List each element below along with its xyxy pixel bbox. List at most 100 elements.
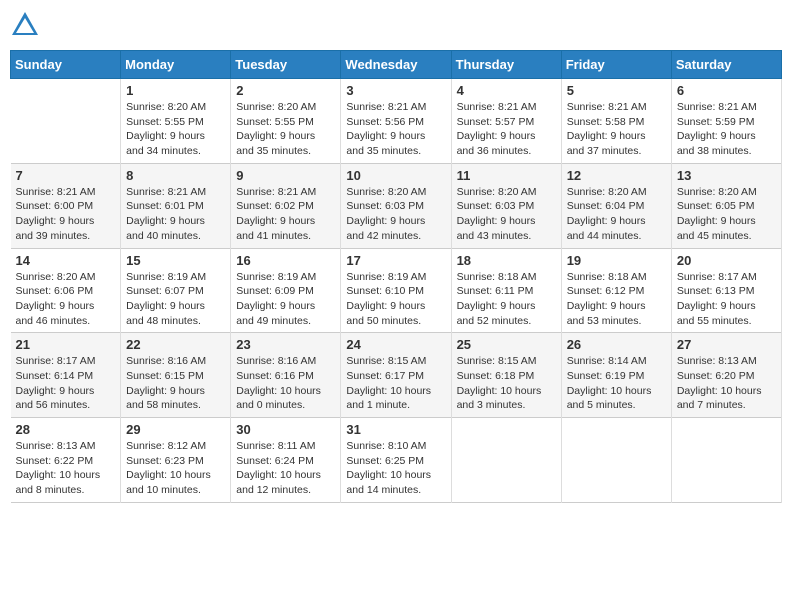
calendar-cell: 27Sunrise: 8:13 AM Sunset: 6:20 PM Dayli…	[671, 333, 781, 418]
day-number: 2	[236, 83, 335, 98]
logo	[10, 10, 44, 40]
calendar-cell: 8 Sunrise: 8:21 AM Sunset: 6:01 PM Daylig…	[121, 163, 231, 248]
day-number: 21	[16, 337, 116, 352]
day-info: Sunrise: 8:20 AM Sunset: 6:04 PM Dayligh…	[567, 185, 666, 244]
day-number: 31	[346, 422, 445, 437]
calendar-cell: 28 Sunrise: 8:13 AM Sunset: 6:22 PM Dayli…	[11, 418, 121, 503]
calendar-cell: 20 Sunrise: 8:17 AM Sunset: 6:13 PM Dayli…	[671, 248, 781, 333]
calendar-cell: 22 Sunrise: 8:16 AM Sunset: 6:15 PM Dayli…	[121, 333, 231, 418]
day-number: 30	[236, 422, 335, 437]
day-info: Sunrise: 8:15 AM Sunset: 6:18 PM Dayligh…	[457, 354, 556, 413]
day-info: Sunrise: 8:14 AM Sunset: 6:19 PM Dayligh…	[567, 354, 666, 413]
calendar-cell: 29 Sunrise: 8:12 AM Sunset: 6:23 PM Dayli…	[121, 418, 231, 503]
calendar-week-row: 1 Sunrise: 8:20 AM Sunset: 5:55 PM Daylig…	[11, 79, 782, 164]
calendar-table: SundayMondayTuesdayWednesdayThursdayFrid…	[10, 50, 782, 503]
day-info: Sunrise: 8:20 AM Sunset: 5:55 PM Dayligh…	[236, 100, 335, 159]
day-number: 8	[126, 168, 225, 183]
day-info: Sunrise: 8:20 AM Sunset: 5:55 PM Dayligh…	[126, 100, 225, 159]
day-number: 29	[126, 422, 225, 437]
calendar-cell: 31 Sunrise: 8:10 AM Sunset: 6:25 PM Dayli…	[341, 418, 451, 503]
calendar-header-row: SundayMondayTuesdayWednesdayThursdayFrid…	[11, 51, 782, 79]
day-number: 19	[567, 253, 666, 268]
calendar-week-row: 14 Sunrise: 8:20 AM Sunset: 6:06 PM Dayli…	[11, 248, 782, 333]
calendar-cell: 26 Sunrise: 8:14 AM Sunset: 6:19 PM Dayli…	[561, 333, 671, 418]
day-info: Sunrise: 8:21 AM Sunset: 5:57 PM Dayligh…	[457, 100, 556, 159]
calendar-cell: 11Sunrise: 8:20 AM Sunset: 6:03 PM Dayli…	[451, 163, 561, 248]
day-number: 17	[346, 253, 445, 268]
calendar-cell: 18 Sunrise: 8:18 AM Sunset: 6:11 PM Dayli…	[451, 248, 561, 333]
day-info: Sunrise: 8:21 AM Sunset: 6:00 PM Dayligh…	[16, 185, 116, 244]
day-number: 25	[457, 337, 556, 352]
day-number: 5	[567, 83, 666, 98]
calendar-week-row: 21 Sunrise: 8:17 AM Sunset: 6:14 PM Dayli…	[11, 333, 782, 418]
day-info: Sunrise: 8:20 AM Sunset: 6:03 PM Dayligh…	[346, 185, 445, 244]
day-info: Sunrise: 8:13 AM Sunset: 6:22 PM Dayligh…	[16, 439, 116, 498]
calendar-cell: 1 Sunrise: 8:20 AM Sunset: 5:55 PM Daylig…	[121, 79, 231, 164]
calendar-cell: 14 Sunrise: 8:20 AM Sunset: 6:06 PM Dayli…	[11, 248, 121, 333]
calendar-cell: 25 Sunrise: 8:15 AM Sunset: 6:18 PM Dayli…	[451, 333, 561, 418]
header	[10, 10, 782, 40]
day-number: 23	[236, 337, 335, 352]
day-info: Sunrise: 8:21 AM Sunset: 6:01 PM Dayligh…	[126, 185, 225, 244]
day-number: 16	[236, 253, 335, 268]
calendar-cell	[11, 79, 121, 164]
day-number: 22	[126, 337, 225, 352]
day-info: Sunrise: 8:19 AM Sunset: 6:07 PM Dayligh…	[126, 270, 225, 329]
col-header-sunday: Sunday	[11, 51, 121, 79]
col-header-wednesday: Wednesday	[341, 51, 451, 79]
day-info: Sunrise: 8:19 AM Sunset: 6:09 PM Dayligh…	[236, 270, 335, 329]
day-number: 4	[457, 83, 556, 98]
calendar-cell: 7 Sunrise: 8:21 AM Sunset: 6:00 PM Daylig…	[11, 163, 121, 248]
calendar-cell: 21 Sunrise: 8:17 AM Sunset: 6:14 PM Dayli…	[11, 333, 121, 418]
calendar-cell: 9Sunrise: 8:21 AM Sunset: 6:02 PM Daylig…	[231, 163, 341, 248]
day-info: Sunrise: 8:18 AM Sunset: 6:11 PM Dayligh…	[457, 270, 556, 329]
calendar-cell	[671, 418, 781, 503]
logo-icon	[10, 10, 40, 40]
calendar-cell: 6 Sunrise: 8:21 AM Sunset: 5:59 PM Daylig…	[671, 79, 781, 164]
day-number: 20	[677, 253, 776, 268]
calendar-cell: 16 Sunrise: 8:19 AM Sunset: 6:09 PM Dayli…	[231, 248, 341, 333]
day-info: Sunrise: 8:16 AM Sunset: 6:15 PM Dayligh…	[126, 354, 225, 413]
calendar-cell: 17 Sunrise: 8:19 AM Sunset: 6:10 PM Dayli…	[341, 248, 451, 333]
day-info: Sunrise: 8:16 AM Sunset: 6:16 PM Dayligh…	[236, 354, 335, 413]
calendar-cell: 13Sunrise: 8:20 AM Sunset: 6:05 PM Dayli…	[671, 163, 781, 248]
calendar-week-row: 28 Sunrise: 8:13 AM Sunset: 6:22 PM Dayli…	[11, 418, 782, 503]
day-info: Sunrise: 8:10 AM Sunset: 6:25 PM Dayligh…	[346, 439, 445, 498]
calendar-week-row: 7 Sunrise: 8:21 AM Sunset: 6:00 PM Daylig…	[11, 163, 782, 248]
col-header-monday: Monday	[121, 51, 231, 79]
day-info: Sunrise: 8:15 AM Sunset: 6:17 PM Dayligh…	[346, 354, 445, 413]
day-info: Sunrise: 8:12 AM Sunset: 6:23 PM Dayligh…	[126, 439, 225, 498]
day-number: 11	[457, 168, 556, 183]
calendar-cell: 5Sunrise: 8:21 AM Sunset: 5:58 PM Daylig…	[561, 79, 671, 164]
calendar-cell: 30 Sunrise: 8:11 AM Sunset: 6:24 PM Dayli…	[231, 418, 341, 503]
calendar-cell: 2 Sunrise: 8:20 AM Sunset: 5:55 PM Daylig…	[231, 79, 341, 164]
calendar-cell: 4 Sunrise: 8:21 AM Sunset: 5:57 PM Daylig…	[451, 79, 561, 164]
calendar-cell: 23 Sunrise: 8:16 AM Sunset: 6:16 PM Dayli…	[231, 333, 341, 418]
calendar-cell: 12Sunrise: 8:20 AM Sunset: 6:04 PM Dayli…	[561, 163, 671, 248]
calendar-cell: 24 Sunrise: 8:15 AM Sunset: 6:17 PM Dayli…	[341, 333, 451, 418]
calendar-cell	[451, 418, 561, 503]
day-info: Sunrise: 8:17 AM Sunset: 6:13 PM Dayligh…	[677, 270, 776, 329]
col-header-tuesday: Tuesday	[231, 51, 341, 79]
day-info: Sunrise: 8:17 AM Sunset: 6:14 PM Dayligh…	[16, 354, 116, 413]
calendar-cell: 19Sunrise: 8:18 AM Sunset: 6:12 PM Dayli…	[561, 248, 671, 333]
day-number: 15	[126, 253, 225, 268]
day-number: 18	[457, 253, 556, 268]
day-info: Sunrise: 8:20 AM Sunset: 6:06 PM Dayligh…	[16, 270, 116, 329]
day-number: 14	[16, 253, 116, 268]
day-info: Sunrise: 8:11 AM Sunset: 6:24 PM Dayligh…	[236, 439, 335, 498]
day-number: 1	[126, 83, 225, 98]
day-number: 28	[16, 422, 116, 437]
day-number: 27	[677, 337, 776, 352]
day-number: 24	[346, 337, 445, 352]
day-number: 7	[16, 168, 116, 183]
day-number: 26	[567, 337, 666, 352]
day-number: 6	[677, 83, 776, 98]
day-info: Sunrise: 8:19 AM Sunset: 6:10 PM Dayligh…	[346, 270, 445, 329]
day-info: Sunrise: 8:21 AM Sunset: 5:59 PM Dayligh…	[677, 100, 776, 159]
day-number: 13	[677, 168, 776, 183]
col-header-friday: Friday	[561, 51, 671, 79]
day-number: 3	[346, 83, 445, 98]
day-info: Sunrise: 8:21 AM Sunset: 5:56 PM Dayligh…	[346, 100, 445, 159]
col-header-thursday: Thursday	[451, 51, 561, 79]
